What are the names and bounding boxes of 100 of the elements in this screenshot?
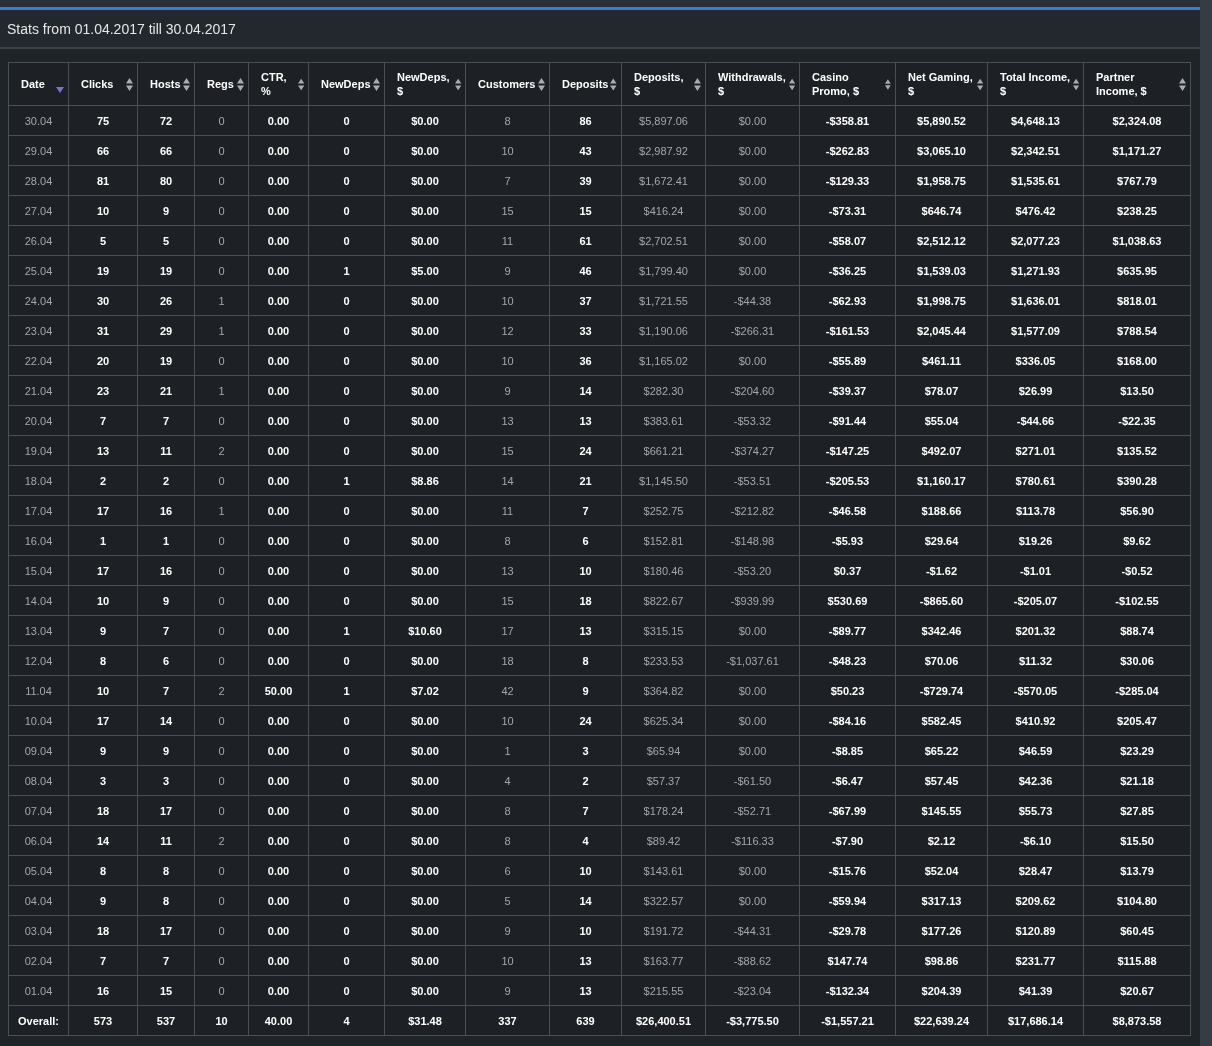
table-cell: 06.04 bbox=[8, 825, 69, 856]
table-cell: $57.45 bbox=[895, 765, 988, 796]
table-cell: $0.00 bbox=[705, 165, 800, 196]
table-cell: 0 bbox=[308, 195, 385, 226]
table-cell: $2,702.51 bbox=[621, 225, 706, 256]
sort-icon[interactable] bbox=[1179, 77, 1186, 91]
table-cell: 10 bbox=[68, 585, 138, 616]
table-cell: 1 bbox=[194, 285, 249, 316]
column-header[interactable]: Hosts bbox=[137, 62, 195, 106]
table-cell: 1 bbox=[194, 315, 249, 346]
sort-icon[interactable] bbox=[183, 77, 190, 91]
sort-icon[interactable] bbox=[237, 77, 244, 91]
totals-label: Overall: bbox=[8, 1005, 69, 1036]
table-cell: 2 bbox=[194, 825, 249, 856]
column-header[interactable]: Deposits, $ bbox=[621, 62, 706, 106]
table-cell: 0.00 bbox=[248, 975, 309, 1006]
sort-icon[interactable] bbox=[454, 77, 461, 91]
sort-icon[interactable] bbox=[126, 77, 133, 91]
table-cell: 16 bbox=[137, 555, 195, 586]
table-cell: 13.04 bbox=[8, 615, 69, 646]
table-cell: $1,145.50 bbox=[621, 465, 706, 496]
table-cell: $1,958.75 bbox=[895, 165, 988, 196]
table-cell: $1,539.03 bbox=[895, 255, 988, 286]
table-cell: -$53.32 bbox=[705, 405, 800, 436]
sort-icon[interactable] bbox=[538, 77, 545, 91]
sort-icon[interactable] bbox=[297, 77, 304, 91]
column-header[interactable]: NewDeps, $ bbox=[384, 62, 466, 106]
table-cell: 10 bbox=[465, 705, 550, 736]
table-cell: 43 bbox=[549, 135, 622, 166]
table-cell: -$266.31 bbox=[705, 315, 800, 346]
table-cell: 12 bbox=[465, 315, 550, 346]
table-cell: $28.47 bbox=[987, 855, 1084, 886]
sort-icon[interactable] bbox=[976, 77, 983, 91]
table-cell: -$61.50 bbox=[705, 765, 800, 796]
table-cell: $416.24 bbox=[621, 195, 706, 226]
table-cell: 9 bbox=[465, 915, 550, 946]
table-cell: 0 bbox=[194, 645, 249, 676]
table-cell: 0.00 bbox=[248, 495, 309, 526]
table-cell: 15 bbox=[137, 975, 195, 1006]
table-cell: -$22.35 bbox=[1083, 405, 1191, 436]
column-header[interactable]: Net Gaming, $ bbox=[895, 62, 988, 106]
column-header[interactable]: Deposits bbox=[549, 62, 622, 106]
table-cell: 10.04 bbox=[8, 705, 69, 736]
table-cell: 36 bbox=[549, 345, 622, 376]
table-cell: 10 bbox=[549, 555, 622, 586]
table-cell: $65.22 bbox=[895, 735, 988, 766]
column-header[interactable]: Clicks bbox=[68, 62, 138, 106]
table-cell: $2,342.51 bbox=[987, 135, 1084, 166]
table-cell: 22.04 bbox=[8, 345, 69, 376]
table-cell: $30.06 bbox=[1083, 645, 1191, 676]
table-cell: 0.00 bbox=[248, 705, 309, 736]
table-cell: 6 bbox=[549, 525, 622, 556]
table-cell: -$44.66 bbox=[987, 405, 1084, 436]
table-cell: 11 bbox=[137, 825, 195, 856]
table-cell: $0.00 bbox=[384, 195, 466, 226]
sort-icon[interactable] bbox=[1072, 77, 1079, 91]
table-cell: 17 bbox=[137, 915, 195, 946]
table-cell: $661.21 bbox=[621, 435, 706, 466]
table-cell: 0.00 bbox=[248, 615, 309, 646]
column-header[interactable]: Withdrawals, $ bbox=[705, 62, 800, 106]
sort-icon[interactable] bbox=[373, 77, 380, 91]
table-cell: 7 bbox=[465, 165, 550, 196]
sort-icon[interactable] bbox=[694, 77, 701, 91]
table-cell: $342.46 bbox=[895, 615, 988, 646]
column-header[interactable]: Casino Promo, $ bbox=[799, 62, 896, 106]
table-cell: 16 bbox=[68, 975, 138, 1006]
table-cell: 0 bbox=[194, 465, 249, 496]
sort-icon[interactable] bbox=[788, 77, 795, 91]
table-cell: $2,512.12 bbox=[895, 225, 988, 256]
sort-descending-icon[interactable] bbox=[56, 87, 64, 93]
table-cell: 15 bbox=[465, 435, 550, 466]
table-cell: 4 bbox=[549, 825, 622, 856]
sort-icon[interactable] bbox=[885, 77, 891, 91]
table-cell: -$147.25 bbox=[799, 435, 896, 466]
table-cell: $492.07 bbox=[895, 435, 988, 466]
table-cell: $147.74 bbox=[799, 945, 896, 976]
totals-cell: $8,873.58 bbox=[1083, 1005, 1191, 1036]
table-cell: 66 bbox=[68, 135, 138, 166]
table-cell: $104.80 bbox=[1083, 885, 1191, 916]
table-cell: $0.00 bbox=[384, 645, 466, 676]
column-header[interactable]: CTR, % bbox=[248, 62, 309, 106]
table-cell: 13 bbox=[549, 405, 622, 436]
column-header[interactable]: Customers bbox=[465, 62, 550, 106]
column-header[interactable]: Partner Income, $ bbox=[1083, 62, 1191, 106]
column-header[interactable]: Total Income, $ bbox=[987, 62, 1084, 106]
table-cell: 7 bbox=[68, 405, 138, 436]
table-cell: 11 bbox=[137, 435, 195, 466]
sort-icon[interactable] bbox=[610, 77, 617, 91]
table-cell: 0 bbox=[194, 795, 249, 826]
column-header[interactable]: NewDeps bbox=[308, 62, 385, 106]
table-cell: 0 bbox=[308, 405, 385, 436]
table-cell: 0 bbox=[308, 345, 385, 376]
table-cell: $0.00 bbox=[705, 195, 800, 226]
column-header[interactable]: Date bbox=[8, 62, 69, 106]
table-cell: $231.77 bbox=[987, 945, 1084, 976]
table-cell: $168.00 bbox=[1083, 345, 1191, 376]
table-cell: -$1.62 bbox=[895, 555, 988, 586]
column-header[interactable]: Regs bbox=[194, 62, 249, 106]
table-cell: -$6.10 bbox=[987, 825, 1084, 856]
table-cell: 10 bbox=[68, 195, 138, 226]
